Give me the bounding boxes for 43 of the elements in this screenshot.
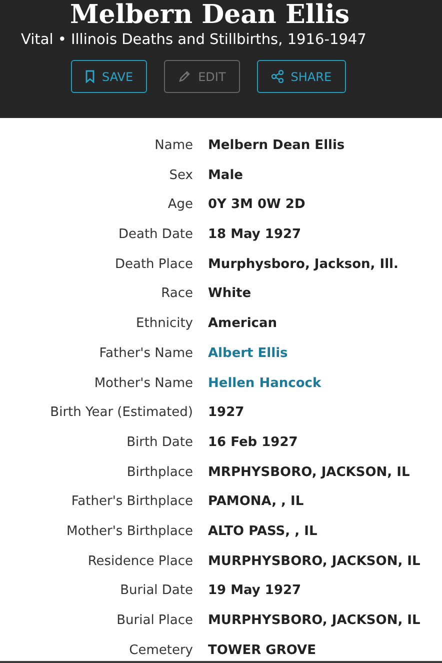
field-value: Murphysboro, Jackson, Ill.	[208, 256, 398, 274]
field-label: Name	[154, 137, 193, 155]
field-label: Father's Birthplace	[71, 493, 193, 512]
pencil-icon	[178, 70, 192, 83]
person-link[interactable]: Hellen Hancock	[208, 374, 322, 392]
share-icon	[270, 70, 284, 83]
field-value: American	[208, 315, 278, 334]
field-label: Sex	[169, 166, 193, 185]
field-value: Melbern Dean Ellis	[208, 137, 345, 155]
field-value: 16 Feb 1927	[208, 434, 298, 452]
field-value: 1927	[208, 404, 244, 422]
record-title: Melbern Dean Ellis	[70, 0, 350, 30]
field-value: MRPHYSBORO, JACKSON, IL	[208, 464, 410, 482]
bookmark-icon	[85, 70, 95, 83]
field-label: Ethnicity	[136, 315, 193, 334]
field-value: TOWER GROVE	[208, 642, 316, 660]
field-label: Mother's Name	[94, 374, 193, 392]
person-link[interactable]: Albert Ellis	[208, 344, 288, 363]
field-label: Death Place	[114, 256, 193, 274]
field-value: 19 May 1927	[208, 582, 302, 600]
field-value: 18 May 1927	[208, 226, 302, 244]
share-button[interactable]: SHARE	[256, 60, 346, 93]
field-value: PAMONA, , IL	[208, 493, 304, 512]
field-value: Male	[208, 166, 243, 185]
field-label: Death Date	[118, 226, 193, 244]
field-label: Race	[161, 285, 193, 304]
field-label: Mother's Birthplace	[66, 522, 193, 541]
field-value: ALTO PASS, , IL	[208, 522, 318, 541]
field-label: Father's Name	[99, 344, 193, 363]
save-button[interactable]: SAVE	[71, 60, 148, 93]
field-label: Birth Date	[126, 434, 193, 452]
field-label: Burial Place	[116, 612, 193, 630]
record-subtitle: Vital • Illinois Deaths and Stillbirths, 1916-1947	[21, 32, 366, 48]
field-value: 0Y 3M 0W 2D	[208, 196, 306, 214]
field-value: MURPHYSBORO, JACKSON, IL	[208, 552, 420, 571]
field-label: Burial Date	[120, 582, 193, 600]
field-label: Residence Place	[88, 552, 193, 571]
field-label: Birthplace	[126, 464, 193, 482]
field-label: Cemetery	[129, 642, 193, 660]
field-value: MURPHYSBORO, JACKSON, IL	[208, 612, 420, 630]
field-label: Birth Year (Estimated)	[50, 404, 193, 422]
field-value: White	[208, 285, 252, 304]
field-label: Age	[168, 196, 193, 214]
